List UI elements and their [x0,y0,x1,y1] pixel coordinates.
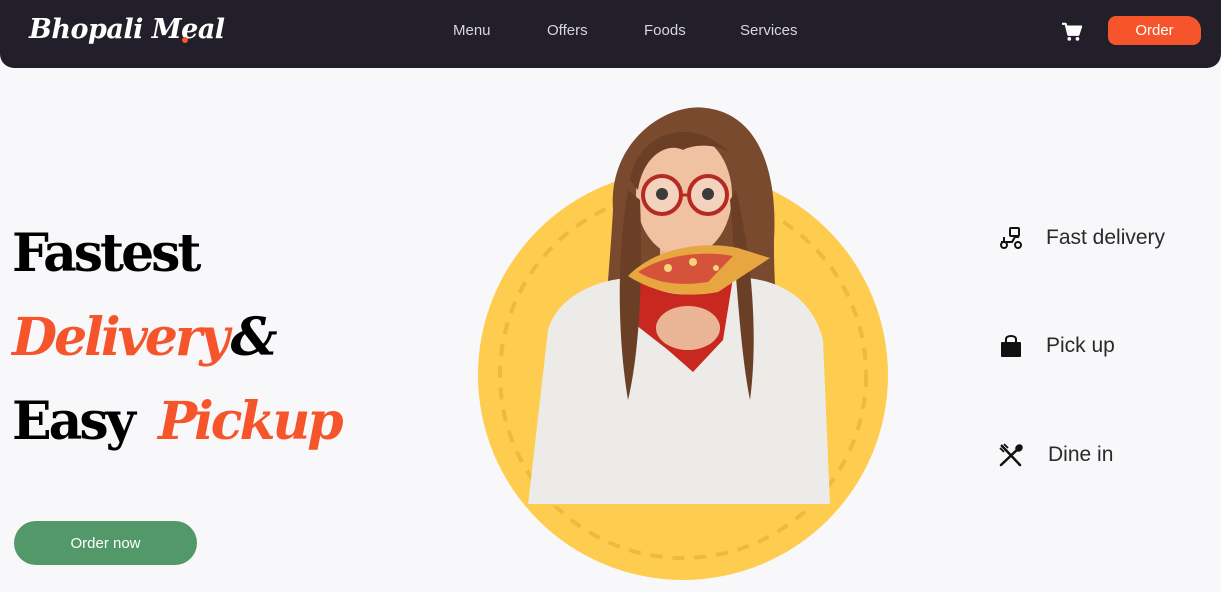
logo-dot [182,37,188,43]
nav-link-offers[interactable]: Offers [547,22,588,39]
scooter-icon [1000,227,1022,249]
order-now-button[interactable]: Order now [14,521,197,565]
hero-word-easy: Easy [12,391,136,452]
hero-image [478,107,888,580]
shopping-bag-icon [1001,335,1021,357]
feature-dine-in: Dine in [998,442,1113,468]
hero-word-delivery: Delivery [12,307,230,368]
hero-line-1: Fastest [12,228,201,280]
nav-link-services[interactable]: Services [740,22,798,39]
feature-fast-delivery: Fast delivery [998,225,1165,251]
feature-label: Pick up [1046,334,1115,357]
hero-word-fastest: Fastest [12,223,201,284]
order-button[interactable]: Order [1108,16,1201,45]
navbar: Bhopali Meal Menu Offers Foods Services … [0,0,1221,68]
nav-link-foods[interactable]: Foods [644,22,686,39]
feature-label: Dine in [1048,443,1114,466]
hero-ampersand: & [230,307,278,368]
brand-logo[interactable]: Bhopali Meal [29,14,225,45]
feature-pick-up: Pick up [998,333,1115,359]
nav-link-menu[interactable]: Menu [453,22,491,39]
fork-spoon-icon [999,443,1023,467]
cart-icon[interactable] [1061,22,1083,42]
woman-eating-pizza-photo [478,107,888,580]
hero-word-pickup: Pickup [157,391,344,452]
hero-line-2: Delivery& [12,312,278,364]
hero-line-3: Easy Pickup [12,396,344,448]
feature-label: Fast delivery [1046,226,1166,249]
